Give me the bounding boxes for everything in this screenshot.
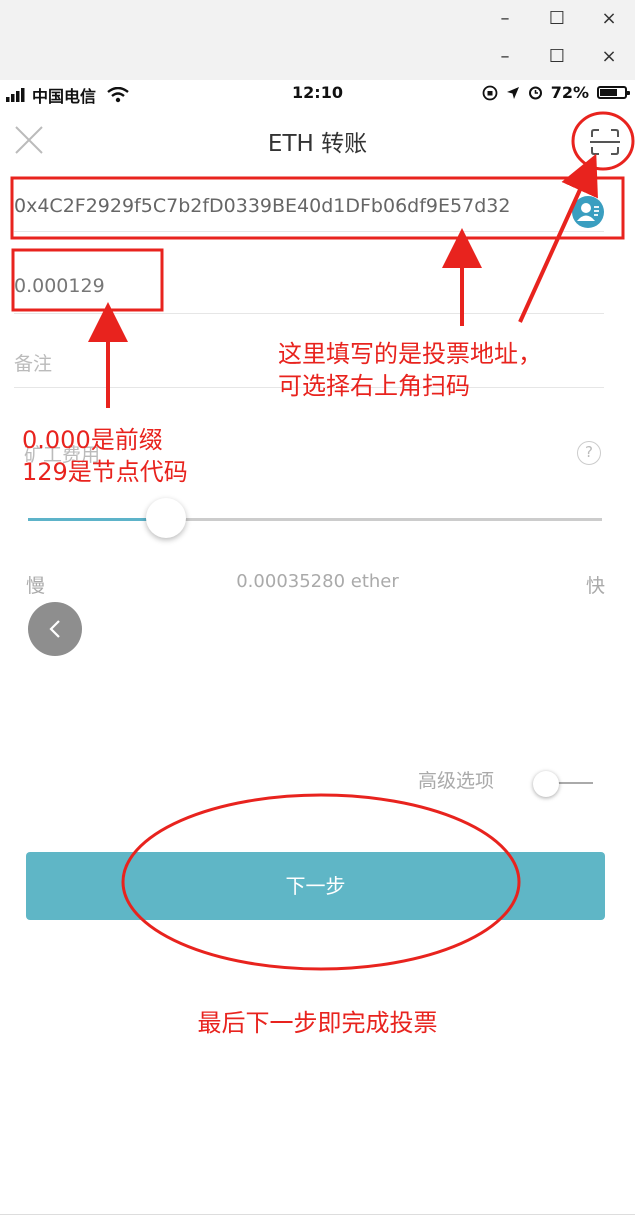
address-book-icon[interactable] [572,196,604,228]
amount-annotation: 0.000是前缀 129是节点代码 [22,424,188,488]
page-title: ETH 转账 [267,131,368,157]
alarm-icon [528,86,542,100]
battery-icon [597,86,630,99]
chevron-left-icon [49,620,60,638]
maximize-button[interactable]: ☐ [531,8,583,29]
advanced-options-toggle[interactable] [533,771,559,797]
battery-percent: 72% [550,83,589,102]
help-icon[interactable]: ? [577,441,601,465]
maximize-button-inner[interactable]: ☐ [531,46,583,67]
floating-back-button[interactable] [28,602,82,656]
fee-value: 0.00035280 ether [236,571,399,592]
fee-slider-thumb[interactable] [145,498,186,538]
window-controls-outer: – ☐ × [435,0,635,36]
status-bar: 中国电信 12:10 72% [0,80,635,108]
address-input[interactable]: 0x4C2F2929f5C7b2fD0339BE40d1DFb06df9E57d… [14,195,604,232]
final-annotation: 最后下一步即完成投票 [197,1009,438,1037]
amount-input[interactable]: 0.000129 [14,275,604,314]
fast-label: 快 [585,575,605,597]
window-controls-inner: – ☐ × [435,38,635,74]
location-icon [506,86,519,99]
next-step-button[interactable]: 下一步 [26,852,605,920]
address-annotation-line2: 可选择右上角扫码 [278,372,470,400]
amount-annotation-line1: 0.000是前缀 [22,426,163,454]
advanced-options-label: 高级选项 [418,770,495,792]
status-right-group: 72% [482,83,630,102]
scan-qr-icon[interactable] [590,128,620,156]
minimize-button-inner[interactable]: – [479,46,531,67]
window-chrome: – ☐ × – ☐ × [0,0,635,80]
bottom-divider [0,1214,635,1215]
close-window-button[interactable]: × [583,8,635,29]
close-window-button-inner[interactable]: × [583,46,635,67]
amount-annotation-line2: 129是节点代码 [22,458,188,486]
orientation-lock-icon [482,85,498,100]
minimize-button[interactable]: – [479,8,531,29]
address-annotation-line1: 这里填写的是投票地址， [278,340,542,368]
address-annotation: 这里填写的是投票地址， 可选择右上角扫码 [278,338,542,402]
